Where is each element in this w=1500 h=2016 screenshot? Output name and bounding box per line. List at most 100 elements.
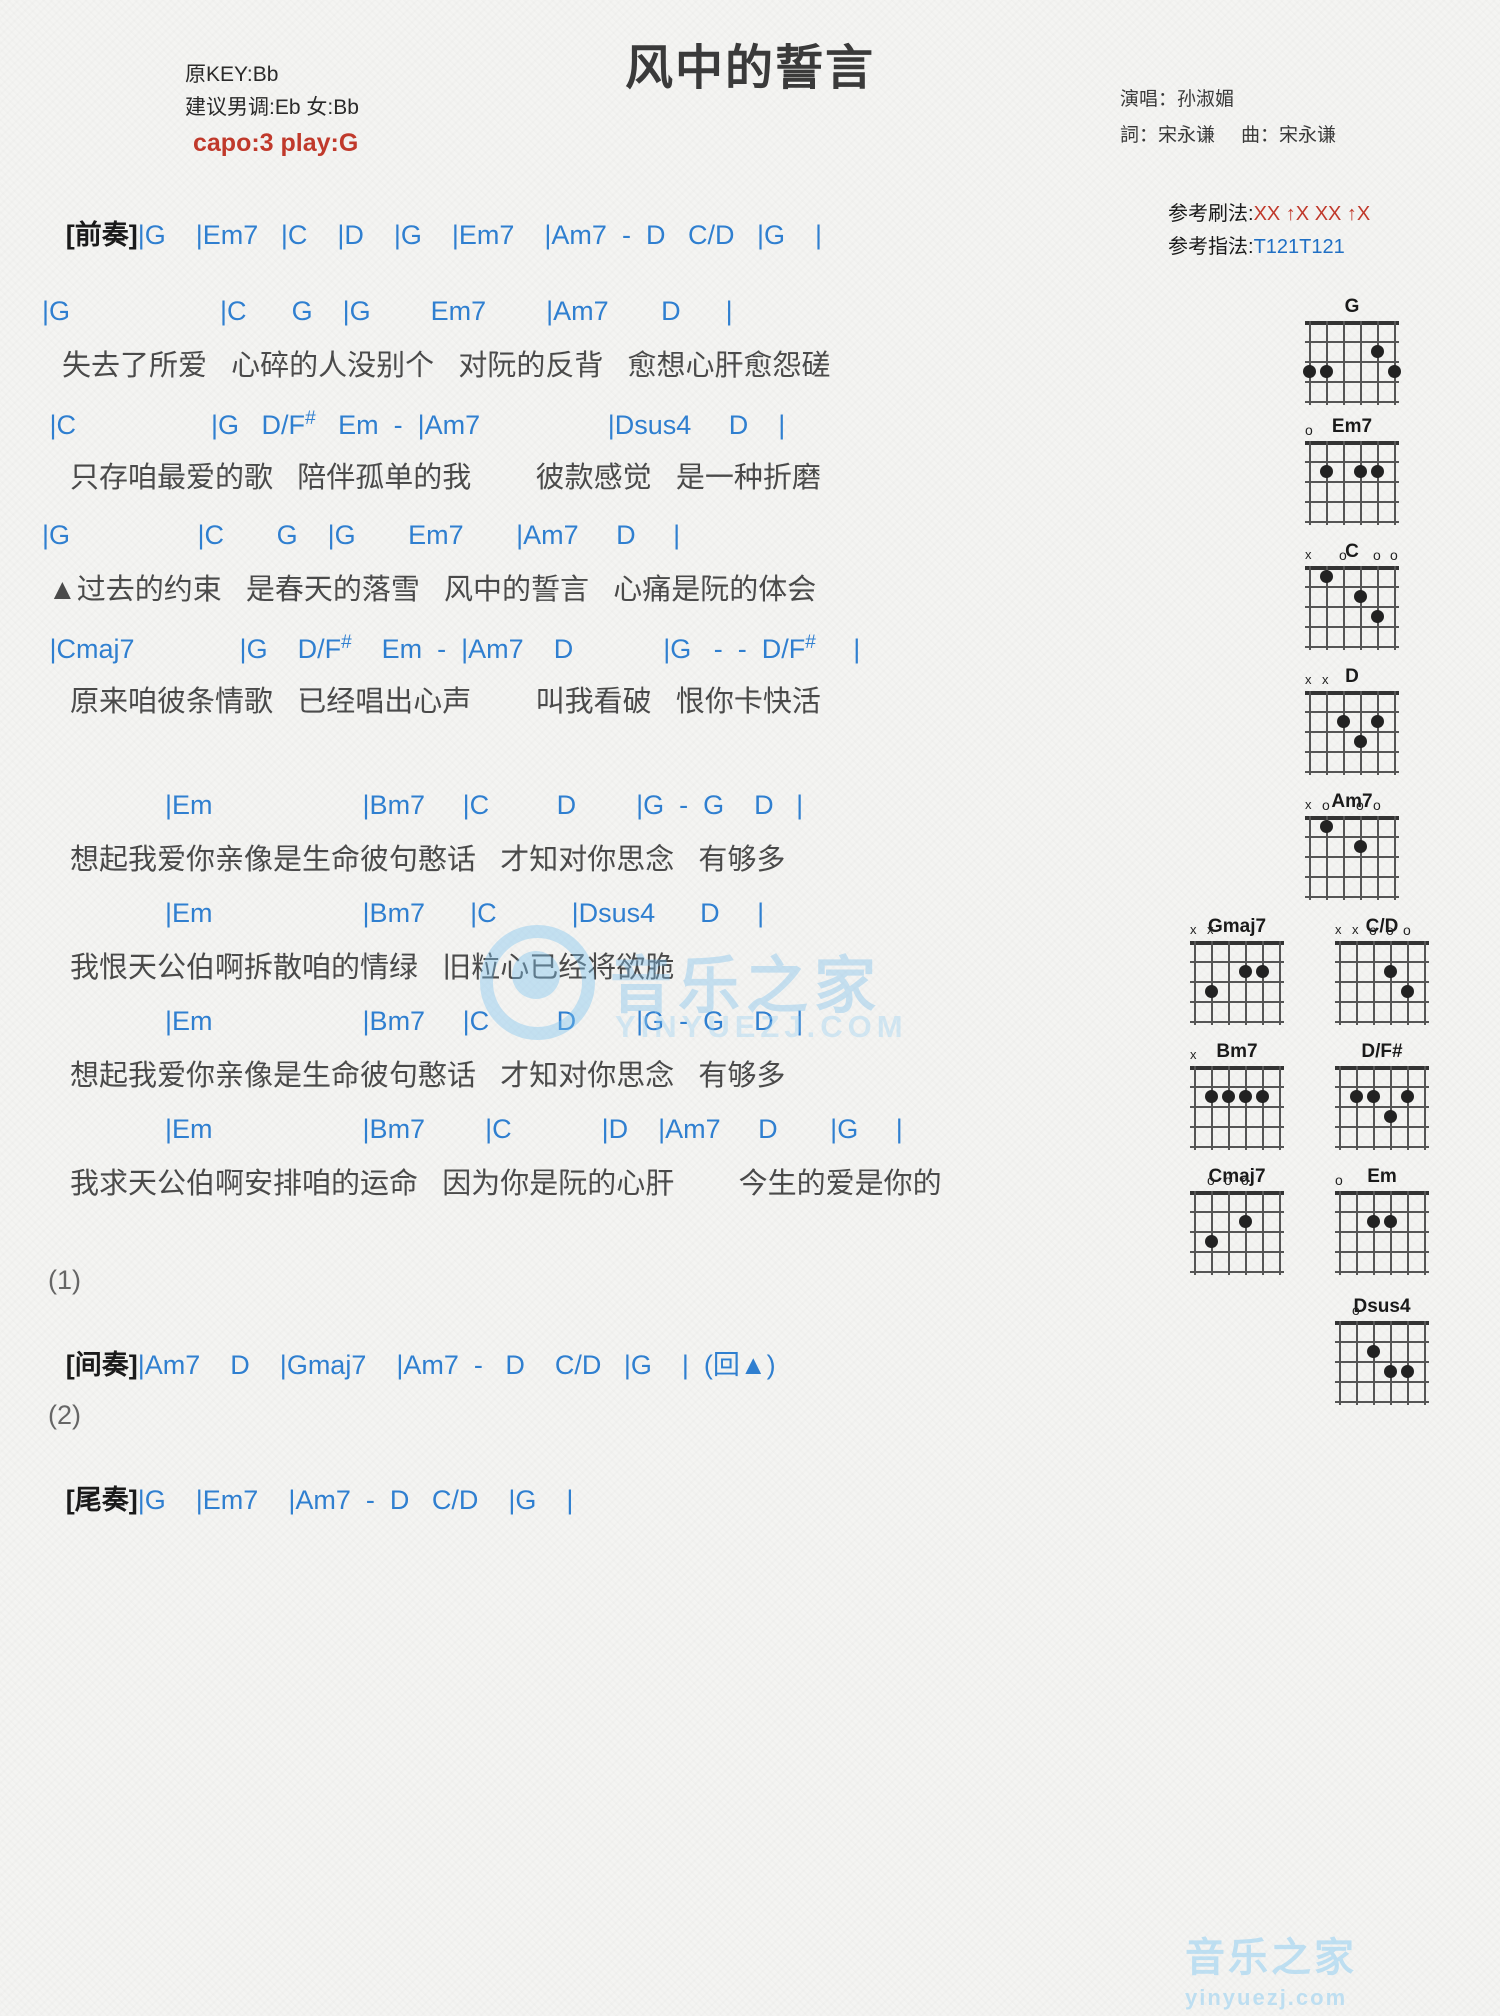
finger-dot [1354,735,1367,748]
outro-chords: |G |Em7 |Am7 - D C/D |G | [137,1485,574,1515]
chord-diagram-label: Cmaj7 [1208,1166,1266,1187]
muted-string-icon: x [1352,922,1359,937]
verse-lyrics: 原来咱彼条情歌 已经唱出心声 叫我看破 恨你卡快活 [62,686,821,718]
outro-line: [尾奏]|G |Em7 |Am7 - D C/D |G | [48,1460,574,1535]
finger-dot [1354,840,1367,853]
finger-dot [1350,1090,1363,1103]
interlude-line: [间奏]|Am7 D |Gmaj7 |Am7 - D C/D |G | (回▲) [48,1325,776,1400]
open-string-icon: o [1339,547,1347,563]
chord-fretboard: xx [1305,673,1399,775]
chord-diagram-am7: Am7 x o o o [1305,791,1399,900]
chord-diagram-label: D [1345,666,1359,687]
muted-string-icon: x [1322,672,1329,687]
intro-tag: [前奏] [65,220,138,250]
capo-info: capo:3 play:G [193,129,359,157]
chord-fretboard: xx [1190,923,1284,1025]
chord-fretboard: ooo [1190,1173,1284,1275]
bridge-lyrics: 我恨天公伯啊拆散咱的情绿 旧粒心已经将欲脆 [62,952,675,984]
chord-fretboard [1303,321,1401,405]
open-string-icon: o [1352,1302,1360,1318]
muted-string-icon: x [1207,922,1214,937]
credits-block: 演唱：孙淑媚 詞：宋永谦 曲：宋永谦 [1120,82,1336,154]
authorship: 詞：宋永谦 曲：宋永谦 [1120,118,1336,154]
finger-dot [1222,1090,1235,1103]
muted-string-icon: x [1305,672,1312,687]
chord-diagram-label: Gmaj7 [1207,916,1267,937]
verse-lyrics: 失去了所爱 心碎的人没别个 对阮的反背 愈想心肝愈怨磋 [62,350,831,382]
finger-dot [1371,465,1384,478]
chord-sheet: 风中的誓言 原KEY:Bb 建议男调:Eb 女:Bb capo:3 play:G… [0,0,1500,2016]
open-string-icon: o [1403,922,1411,938]
chord-diagram-label: C/D [1365,916,1399,937]
chord-diagram-label: Em [1367,1166,1397,1187]
muted-string-icon: x [1190,922,1197,937]
bridge-lyrics: 想起我爱你亲像是生命彼句憨话 才知对你思念 有够多 [62,844,786,876]
chord-diagram-label: Em7 [1331,416,1373,437]
corner-watermark: 音乐之家 yinyuezj.com [1185,1925,1357,2011]
finger-dot [1384,1110,1397,1123]
intro-chords: |G |Em7 |C |D |G |Em7 |Am7 - D C/D |G | [137,220,822,250]
open-string-icon: o [1305,422,1313,438]
chord-diagram-d: Dxx [1305,666,1399,775]
chord-diagram-label: D/F# [1361,1041,1403,1062]
chord-fretboard: xooo [1305,798,1399,900]
strum-label: 参考刷法: [1168,203,1254,225]
chord-diagram-gmaj7: Gmaj7 x x [1190,916,1284,1025]
open-string-icon: o [1386,922,1394,938]
chord-diagram-label: Am7 [1331,791,1373,812]
strum-pattern: 参考刷法:XX ↑X XX ↑X [1168,198,1370,231]
outro-tag: [尾奏] [65,1485,138,1515]
open-string-icon: o [1356,797,1364,813]
bridge-chords: |Em |Bm7 |C D |G - G D | [150,1006,804,1036]
chord-diagram-bm7: Bm7 x [1190,1041,1284,1150]
chord-diagram-dsus4: Dsus4 o [1335,1296,1429,1405]
finger-pattern: 参考指法:T121T121 [1168,231,1370,264]
open-string-icon: o [1207,1172,1215,1188]
corner-watermark-url: yinyuezj.com [1185,1985,1348,2010]
finger-dot [1239,1215,1252,1228]
bridge-chords: |Em |Bm7 |C |Dsus4 D | [150,898,765,928]
finger-dot [1337,715,1350,728]
finger-dot [1367,1090,1380,1103]
open-string-icon: o [1373,547,1381,563]
corner-watermark-text: 音乐之家 [1185,1936,1357,1980]
interlude-tag: [间奏] [65,1350,138,1380]
verse-chords: |G |C G |G Em7 |Am7 D | [42,520,681,550]
chord-fretboard: x [1190,1048,1284,1150]
finger-dot [1320,365,1333,378]
chord-diagram-cmaj7: Cmaj7 o o o [1190,1166,1284,1275]
finger-dot [1239,965,1252,978]
open-string-icon: o [1335,1172,1343,1188]
open-string-icon: o [1224,1172,1232,1188]
chord-diagram-label: C [1345,541,1359,562]
chord-fretboard: xooo [1305,548,1399,650]
muted-string-icon: x [1305,547,1312,562]
chord-diagram-em7: Em7 o [1305,416,1399,525]
chord-diagram-c-d: C/D x x o o o [1335,916,1429,1025]
finger-dot [1256,965,1269,978]
verse-lyrics: ▲过去的约束 是春天的落雪 风中的誓言 心痛是阮的体会 [48,574,817,606]
finger-dot [1371,610,1384,623]
intro-line: [前奏]|G |Em7 |C |D |G |Em7 |Am7 - D C/D |… [48,195,822,270]
muted-string-icon: x [1190,1047,1197,1062]
interlude-number: (1) [48,1265,81,1295]
finger-dot [1367,1345,1380,1358]
finger-dot [1371,345,1384,358]
finger-dot [1303,365,1316,378]
singer: 演唱：孙淑媚 [1120,89,1235,110]
original-key: 原KEY:Bb [185,63,279,86]
finger-label: 参考指法: [1168,236,1254,258]
reference-patterns: 参考刷法:XX ↑X XX ↑X 参考指法:T121T121 [1168,198,1370,264]
finger-dot [1388,365,1401,378]
muted-string-icon: x [1305,797,1312,812]
chord-fretboard [1335,1066,1429,1150]
open-string-icon: o [1241,1172,1249,1188]
finger-dot [1384,965,1397,978]
bridge-lyrics: 我求天公伯啊安排咱的运命 因为你是阮的心肝 今生的爱是你的 [62,1168,942,1200]
finger-dot [1256,1090,1269,1103]
strum-value: XX ↑X XX ↑X [1253,203,1371,225]
finger-dot [1401,985,1414,998]
bridge-chords: |Em |Bm7 |C |D |Am7 D |G | [150,1114,903,1144]
finger-dot [1367,1215,1380,1228]
chord-diagram-label: Bm7 [1216,1041,1258,1062]
